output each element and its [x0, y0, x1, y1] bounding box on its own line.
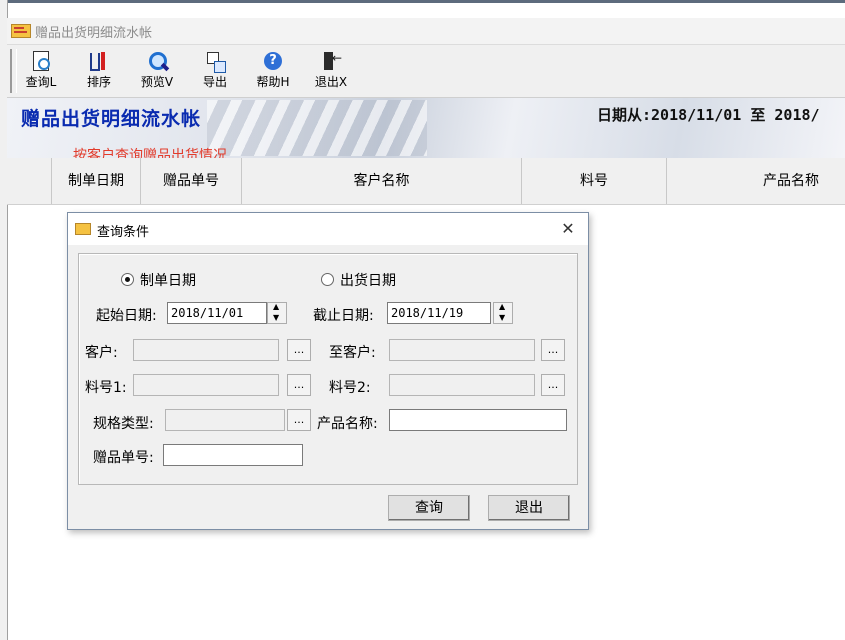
preview-button-label: 预览V	[140, 75, 174, 89]
sort-button-label: 排序	[86, 75, 111, 89]
dialog-app-icon	[75, 223, 91, 235]
spec-type-field[interactable]	[165, 409, 285, 431]
conditions-group: 制单日期 出货日期 起始日期: 2018/11/01 截止日期: 2018/11…	[78, 253, 578, 485]
help-icon	[262, 51, 284, 73]
radio-order-date[interactable]: 制单日期	[121, 270, 196, 290]
start-date-field[interactable]: 2018/11/01	[167, 302, 267, 324]
grid-header: 制单日期 赠品单号 客户名称 料号 产品名称	[7, 158, 845, 205]
customer-browse-button[interactable]: ...	[287, 339, 311, 361]
preview-button[interactable]: 预览V	[135, 49, 179, 95]
column-header-product-name[interactable]: 产品名称	[667, 158, 845, 204]
exit-button[interactable]: 退出X	[309, 49, 353, 95]
magnifier-page-icon	[30, 51, 52, 73]
sort-button[interactable]: 排序	[77, 49, 121, 95]
column-header-product-name-label: 产品名称	[763, 173, 819, 189]
column-header-customer-name[interactable]: 客户名称	[242, 158, 522, 204]
toolbar: 查询L 排序 预览V 导出 帮助H 退出X	[7, 45, 845, 98]
part1-label: 料号1:	[85, 380, 127, 396]
part2-label: 料号2:	[329, 380, 371, 396]
help-button[interactable]: 帮助H	[251, 49, 295, 95]
report-title: 赠品出货明细流水帐	[21, 108, 202, 130]
export-button-label: 导出	[202, 75, 227, 89]
part1-field[interactable]	[133, 374, 279, 396]
dialog-title: 查询条件	[97, 225, 150, 240]
column-header-gift-no[interactable]: 赠品单号	[141, 158, 242, 204]
query-button[interactable]: 查询L	[19, 49, 63, 95]
column-header-order-date[interactable]: 制单日期	[52, 158, 141, 204]
customer-label: 客户:	[85, 345, 118, 361]
to-customer-browse-button[interactable]: ...	[541, 339, 565, 361]
close-icon[interactable]: ✕	[548, 213, 588, 245]
to-customer-label: 至客户:	[329, 345, 376, 361]
part1-browse-button[interactable]: ...	[287, 374, 311, 396]
spec-type-label: 规格类型:	[93, 416, 154, 432]
window-title: 赠品出货明细流水帐	[35, 26, 153, 41]
product-name-label: 产品名称:	[317, 416, 378, 432]
gift-no-label: 赠品单号:	[93, 450, 154, 466]
end-date-spinner[interactable]	[493, 302, 513, 324]
magnifier-icon	[146, 51, 168, 73]
dialog-title-bar: 查询条件 ✕	[68, 213, 588, 245]
radio-ship-date[interactable]: 出货日期	[321, 270, 396, 290]
window-top-border	[7, 0, 845, 3]
date-range-text: 日期从:2018/11/01 至 2018/	[597, 106, 820, 124]
radio-selected-icon	[121, 273, 134, 286]
start-date-label: 起始日期:	[96, 308, 157, 324]
dialog-exit-button[interactable]: 退出	[488, 495, 570, 521]
radio-ship-date-label: 出货日期	[340, 273, 396, 289]
customer-field[interactable]	[133, 339, 279, 361]
query-button-label: 查询L	[25, 75, 57, 89]
help-button-label: 帮助H	[256, 75, 290, 89]
report-banner: 赠品出货明细流水帐 日期从:2018/11/01 至 2018/ 按客户查询赠品…	[7, 98, 845, 164]
end-date-label: 截止日期:	[313, 308, 374, 324]
exit-door-icon	[320, 51, 342, 73]
product-name-field[interactable]	[389, 409, 567, 431]
start-date-spinner[interactable]	[267, 302, 287, 324]
radio-unselected-icon	[321, 273, 334, 286]
toolbar-grip[interactable]	[10, 49, 17, 93]
row-selector-header	[7, 158, 52, 204]
title-bar: 赠品出货明细流水帐	[7, 18, 845, 45]
exit-button-label: 退出X	[314, 75, 348, 89]
spec-type-browse-button[interactable]: ...	[287, 409, 311, 431]
export-button[interactable]: 导出	[193, 49, 237, 95]
banner-decoration	[207, 100, 427, 156]
part2-browse-button[interactable]: ...	[541, 374, 565, 396]
app-icon	[11, 24, 31, 38]
to-customer-field[interactable]	[389, 339, 535, 361]
part2-field[interactable]	[389, 374, 535, 396]
gift-no-field[interactable]	[163, 444, 303, 466]
radio-order-date-label: 制单日期	[140, 273, 196, 289]
query-conditions-dialog: 查询条件 ✕ 制单日期 出货日期 起始日期: 2018/11/01 截止日期: …	[67, 212, 589, 530]
dialog-query-button[interactable]: 查询	[388, 495, 470, 521]
end-date-field[interactable]: 2018/11/19	[387, 302, 491, 324]
column-header-part-no[interactable]: 料号	[522, 158, 667, 204]
sort-icon	[88, 51, 110, 73]
export-icon	[204, 51, 226, 73]
